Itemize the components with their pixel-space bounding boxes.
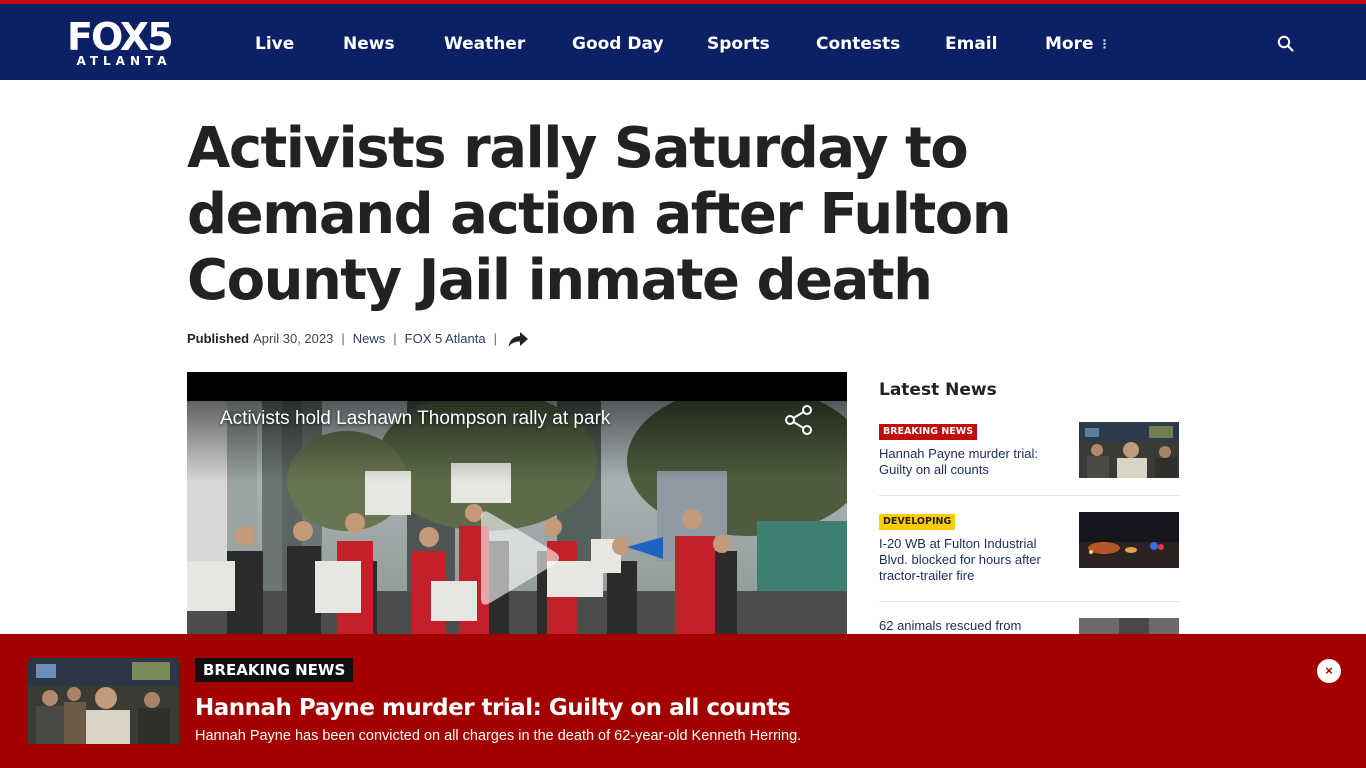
published-label: Published [187,331,250,346]
meta-separator: | [493,331,497,346]
site-header: FOX5 ATLANTA Live News Weather Good Day … [0,4,1366,80]
article-meta: Published April 30, 2023 | News | FOX 5 … [187,330,529,348]
nav-email[interactable]: Email [945,34,997,54]
article-headline: Activists rally Saturday to demand actio… [187,116,1012,313]
nav-weather[interactable]: Weather [444,34,525,54]
latest-news-item[interactable]: BREAKING NEWS Hannah Payne murder trial:… [879,422,1179,480]
latest-news-headline[interactable]: I-20 WB at Fulton Industrial Blvd. block… [879,536,1064,584]
breaking-news-summary: Hannah Payne has been convicted on all c… [195,728,802,744]
meta-separator: | [341,331,345,346]
latest-news-headline[interactable]: Hannah Payne murder trial: Guilty on all… [879,446,1064,478]
share-icon[interactable] [783,404,815,436]
nav-contests[interactable]: Contests [816,34,900,54]
play-icon[interactable] [473,508,563,608]
latest-news-item[interactable]: DEVELOPING I-20 WB at Fulton Industrial … [879,512,1179,587]
fox5-atlanta-logo[interactable]: FOX5 ATLANTA [67,18,181,70]
nav-more-label: More [1045,34,1094,54]
nav-live[interactable]: Live [255,34,294,54]
divider [879,601,1179,602]
close-icon[interactable]: × [1317,659,1341,683]
banner-thumbnail[interactable] [28,658,179,744]
latest-news-headline[interactable]: 62 animals rescued from [879,618,1064,634]
logo-main-text: FOX5 [67,15,174,59]
nav-good-day[interactable]: Good Day [572,34,664,54]
nav-more[interactable]: More ⋮ [1045,34,1111,54]
video-player[interactable]: Activists hold Lashawn Thompson rally at… [187,372,847,634]
meta-separator: | [393,331,397,346]
divider [879,495,1179,496]
category-link[interactable]: News [353,330,386,348]
developing-badge: DEVELOPING [879,514,956,530]
breaking-news-headline[interactable]: Hannah Payne murder trial: Guilty on all… [195,694,791,722]
published-date: April 30, 2023 [253,331,334,346]
breaking-news-badge: BREAKING NEWS [195,658,354,682]
news-thumbnail [1079,512,1179,568]
news-thumbnail [1079,422,1179,478]
breaking-news-badge: BREAKING NEWS [879,424,978,440]
video-title: Activists hold Lashawn Thompson rally at… [220,408,611,429]
source-link[interactable]: FOX 5 Atlanta [405,330,486,348]
nav-news[interactable]: News [343,34,395,54]
latest-news-title: Latest News [879,380,997,400]
nav-sports[interactable]: Sports [707,34,770,54]
logo-sub-text: ATLANTA [76,54,172,68]
breaking-news-banner[interactable]: BREAKING NEWS Hannah Payne murder trial:… [0,634,1366,768]
search-icon[interactable] [1276,34,1296,54]
share-arrow-icon[interactable] [507,330,529,348]
vertical-dots-icon: ⋮ [1098,37,1111,51]
